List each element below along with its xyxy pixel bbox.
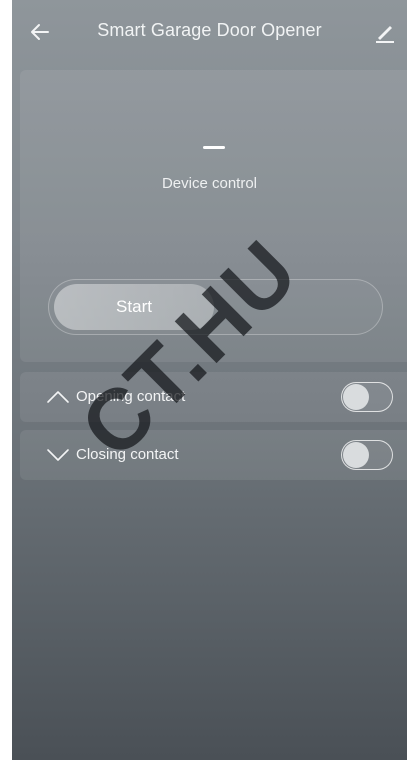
opening-contact-row: Opening contact [20,372,407,422]
edit-button[interactable] [369,16,401,48]
opening-contact-toggle[interactable] [341,382,393,412]
toggle-knob [343,442,369,468]
pencil-icon [376,26,394,43]
device-control-label: Device control [161,175,258,192]
app-screen: Smart Garage Door Opener Device control … [12,0,407,760]
toggle-knob [343,384,369,410]
status-dash [203,146,225,149]
closing-contact-toggle[interactable] [341,440,393,470]
header: Smart Garage Door Opener [12,0,407,64]
closing-contact-row: Closing contact [20,430,407,480]
back-button[interactable] [26,16,54,48]
closing-contact-label: Closing contact [76,446,179,463]
chevron-down-icon [47,449,69,461]
start-button[interactable]: Start [54,284,214,330]
arrow-left-icon [31,24,49,40]
page-title: Smart Garage Door Opener [97,20,322,40]
opening-contact-label: Opening contact [76,388,186,405]
chevron-up-icon [47,391,69,403]
